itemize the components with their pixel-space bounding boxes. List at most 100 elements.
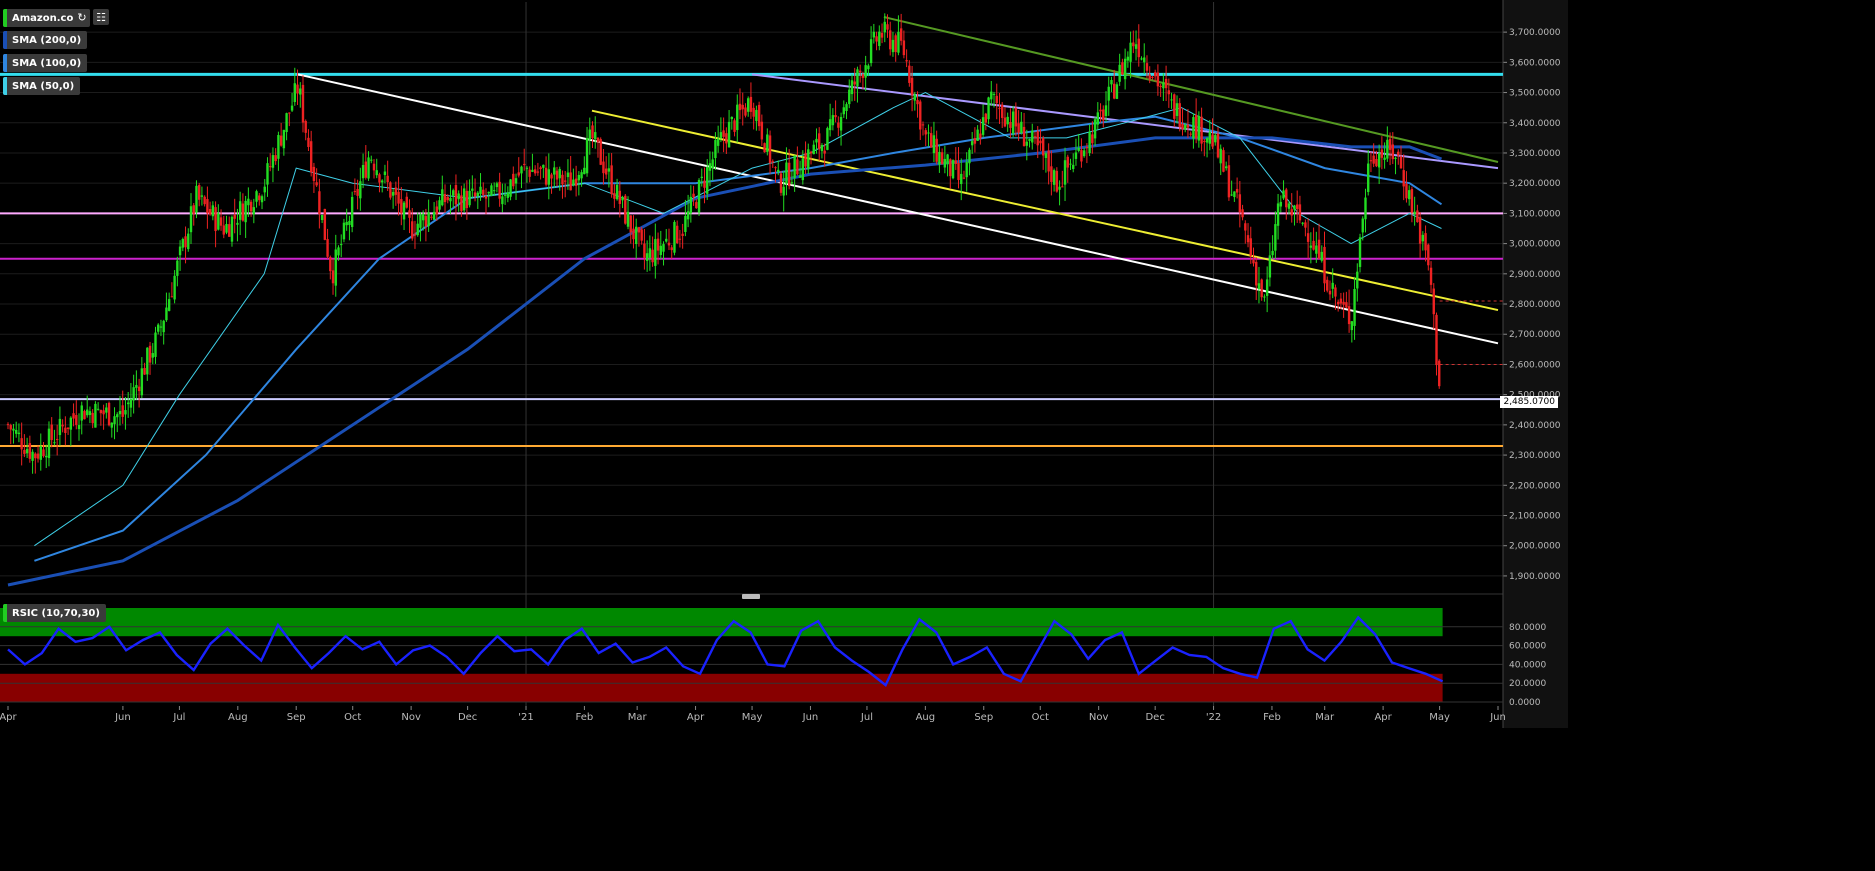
rsi-label[interactable]: RSIC (10,70,30)	[3, 604, 106, 622]
candle-body	[506, 192, 510, 198]
time-tick-label: Jul	[172, 712, 185, 723]
candle-body	[1200, 116, 1203, 144]
candle-body	[83, 411, 86, 420]
candle-body	[340, 244, 343, 246]
refresh-icon[interactable]: ↻	[74, 9, 90, 25]
candle-body	[588, 129, 591, 140]
candle-body	[613, 193, 616, 199]
legend-sma-100[interactable]: SMA (100,0)	[3, 54, 88, 72]
candle-body	[91, 412, 94, 424]
candle-body	[331, 270, 335, 284]
candle-body	[1227, 165, 1231, 198]
candle-body	[195, 185, 198, 213]
candle-body	[1268, 255, 1272, 278]
legend-sma-50[interactable]: SMA (50,0)	[3, 77, 81, 95]
candle-body	[247, 198, 250, 206]
candle-body	[86, 409, 89, 416]
candle-body	[990, 91, 993, 100]
candle-body	[523, 163, 526, 165]
candle-body	[675, 225, 679, 244]
candle-body	[1001, 104, 1004, 118]
candle-body	[1047, 150, 1050, 172]
candle-body	[1143, 57, 1146, 63]
candle-body	[692, 193, 695, 198]
candle-body	[1271, 250, 1274, 256]
price-tick-label: 2,300.0000	[1509, 451, 1561, 461]
candle-body	[66, 427, 70, 429]
candle-body	[1020, 121, 1023, 133]
pane-splitter-handle[interactable]	[742, 594, 760, 599]
candle-body	[1315, 245, 1318, 254]
candle-body	[482, 189, 485, 195]
candle-body	[99, 409, 103, 414]
candle-body	[514, 178, 518, 184]
candle-body	[706, 167, 709, 194]
candle-body	[1214, 134, 1217, 143]
time-tick-label: Oct	[344, 712, 361, 723]
candle-body	[656, 238, 660, 251]
legend-sma-200[interactable]: SMA (200,0)	[3, 31, 88, 49]
candle-body	[236, 222, 239, 225]
candle-body	[1438, 360, 1441, 387]
candle-body	[902, 40, 906, 56]
candle-body	[796, 159, 799, 175]
time-tick-label: Jul	[860, 712, 873, 723]
candle-body	[1093, 119, 1097, 139]
candle-body	[460, 195, 463, 212]
candle-body	[151, 353, 154, 358]
candle-body	[665, 238, 668, 242]
candle-body	[1222, 150, 1225, 172]
candle-body	[266, 163, 269, 185]
candle-body	[304, 120, 307, 133]
candle-body	[375, 170, 378, 176]
candle-body	[883, 21, 886, 33]
candle-body	[1290, 209, 1293, 216]
candle-body	[1164, 78, 1168, 89]
bar-chart-icon[interactable]: ☷	[93, 9, 109, 25]
candle-body	[1235, 188, 1239, 193]
candle-body	[1323, 246, 1326, 284]
candle-body	[471, 188, 474, 191]
candle-body	[113, 416, 116, 425]
candle-body	[146, 347, 149, 375]
time-tick-label: Dec	[458, 712, 477, 723]
candle-body	[424, 216, 428, 227]
candle-body	[121, 405, 124, 417]
candle-body	[946, 154, 949, 165]
candle-body	[252, 207, 256, 215]
candle-body	[307, 137, 310, 147]
candle-body	[479, 186, 482, 194]
time-tick-label: '22	[1206, 712, 1221, 723]
candle-body	[1216, 133, 1220, 158]
candle-body	[1110, 80, 1113, 85]
candle-body	[501, 196, 504, 205]
candle-body	[118, 410, 122, 415]
candle-body	[282, 129, 286, 149]
time-tick-label: Nov	[1089, 712, 1109, 723]
candle-body	[47, 428, 51, 459]
candle-body	[719, 132, 723, 138]
rsi-swatch	[3, 604, 7, 622]
candle-body	[449, 198, 452, 202]
candle-body	[299, 88, 302, 95]
candle-body	[889, 30, 892, 50]
price-chart[interactable]: 1,900.0000 2,000.0000 2,100.0000 2,200.0000…	[0, 0, 1568, 728]
current-price-badge: 2,485.0700	[1500, 396, 1558, 408]
candle-body	[397, 191, 400, 204]
candle-body	[1074, 152, 1078, 159]
candle-body	[96, 408, 100, 410]
candle-body	[1028, 139, 1031, 141]
candle-body	[771, 161, 774, 163]
time-tick-label: May	[742, 712, 763, 723]
candle-body	[378, 174, 381, 183]
candle-body	[520, 166, 523, 174]
price-tick-label: 3,500.0000	[1509, 89, 1561, 99]
candle-body	[935, 138, 938, 162]
candle-body	[659, 245, 662, 256]
candle-body	[746, 98, 750, 112]
candle-body	[1126, 56, 1130, 61]
candle-body	[1328, 290, 1332, 295]
candle-body	[416, 223, 419, 236]
candle-body	[596, 137, 600, 143]
candle-body	[1050, 166, 1053, 182]
